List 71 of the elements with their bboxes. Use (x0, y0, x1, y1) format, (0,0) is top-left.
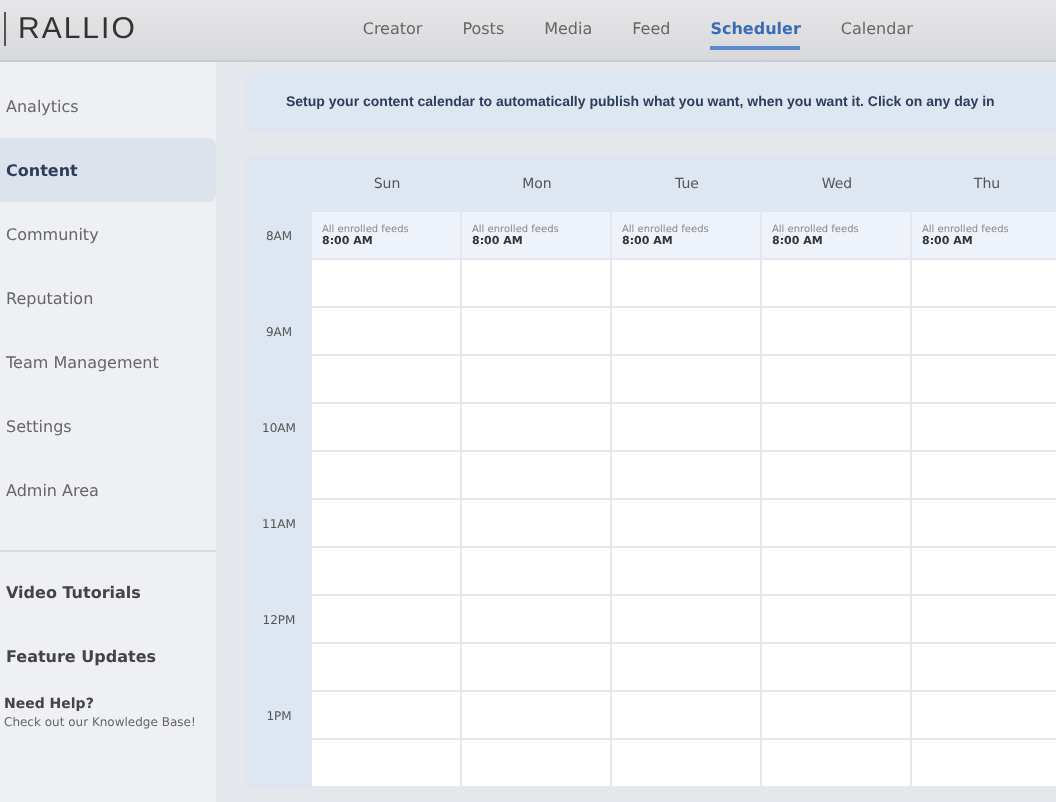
calendar-cell[interactable] (312, 500, 462, 548)
calendar-cell[interactable] (762, 452, 912, 500)
calendar-cell[interactable] (462, 404, 612, 452)
calendar-cell[interactable] (462, 452, 612, 500)
calendar-cell[interactable] (912, 692, 1056, 740)
sidebar-item[interactable]: Team Management (0, 330, 216, 394)
calendar-cell[interactable] (312, 260, 462, 308)
calendar-cell[interactable] (612, 260, 762, 308)
sidebar-item[interactable]: Reputation (0, 266, 216, 330)
nav-tab[interactable]: Posts (462, 7, 505, 49)
calendar-cell[interactable] (612, 356, 762, 404)
nav-tab[interactable]: Feed (632, 7, 671, 49)
calendar-cell[interactable] (912, 308, 1056, 356)
calendar-cell[interactable] (912, 452, 1056, 500)
calendar-cell[interactable] (312, 308, 462, 356)
calendar-cell[interactable] (312, 356, 462, 404)
sidebar-item[interactable]: Admin Area (0, 458, 216, 522)
calendar-cell[interactable] (912, 356, 1056, 404)
calendar-cell[interactable] (462, 548, 612, 596)
calendar-cell[interactable] (312, 692, 462, 740)
calendar-cell[interactable] (462, 692, 612, 740)
calendar-cell[interactable] (312, 596, 462, 644)
sidebar-link[interactable]: Video Tutorials (0, 560, 216, 624)
calendar-cell[interactable] (462, 308, 612, 356)
calendar-cell[interactable] (312, 548, 462, 596)
calendar-cell[interactable] (462, 500, 612, 548)
calendar-cell[interactable] (612, 404, 762, 452)
calendar-cell[interactable] (762, 356, 912, 404)
calendar-cell[interactable] (612, 308, 762, 356)
calendar-cell[interactable] (762, 548, 912, 596)
calendar-cell[interactable] (912, 548, 1056, 596)
sidebar-item[interactable]: Community (0, 202, 216, 266)
calendar-cell[interactable] (462, 644, 612, 692)
calendar-cell[interactable] (612, 452, 762, 500)
calendar-cell[interactable] (312, 644, 462, 692)
nav-tab[interactable]: Creator (362, 7, 423, 49)
calendar-cell[interactable] (612, 500, 762, 548)
calendar-cell[interactable] (762, 644, 912, 692)
calendar-cell[interactable] (462, 740, 612, 788)
calendar-cell[interactable] (312, 452, 462, 500)
calendar-cell[interactable] (612, 548, 762, 596)
calendar-cell[interactable] (912, 596, 1056, 644)
calendar-cell[interactable] (612, 644, 762, 692)
calendar-cell[interactable] (312, 740, 462, 788)
nav-tab[interactable]: Media (544, 7, 593, 49)
sidebar-item[interactable]: Analytics (0, 74, 216, 138)
calendar-cell[interactable] (912, 740, 1056, 788)
calendar-cell[interactable] (912, 500, 1056, 548)
sidebar-item[interactable]: Content (0, 138, 216, 202)
sidebar-item[interactable]: Settings (0, 394, 216, 458)
calendar-cell[interactable] (762, 740, 912, 788)
logo[interactable]: RALLIO (4, 11, 137, 45)
calendar-cell[interactable] (912, 644, 1056, 692)
calendar-cell[interactable] (762, 596, 912, 644)
calendar-cell[interactable] (462, 356, 612, 404)
calendar-cell[interactable] (612, 596, 762, 644)
calendar-cell[interactable] (612, 740, 762, 788)
nav-tab[interactable]: Scheduler (710, 7, 801, 49)
calendar-cell[interactable] (762, 308, 912, 356)
sidebar-link[interactable]: Feature Updates (0, 624, 216, 688)
calendar-cell[interactable] (762, 260, 912, 308)
calendar-cell[interactable] (462, 260, 612, 308)
calendar-cell[interactable] (312, 404, 462, 452)
nav-tab[interactable]: Calendar (840, 7, 913, 49)
calendar-cell[interactable] (762, 404, 912, 452)
calendar-cell[interactable] (762, 692, 912, 740)
calendar-cell[interactable] (762, 500, 912, 548)
calendar-cell[interactable] (612, 692, 762, 740)
calendar-cell[interactable] (912, 404, 1056, 452)
calendar-cell[interactable] (912, 260, 1056, 308)
calendar-cell[interactable] (462, 596, 612, 644)
